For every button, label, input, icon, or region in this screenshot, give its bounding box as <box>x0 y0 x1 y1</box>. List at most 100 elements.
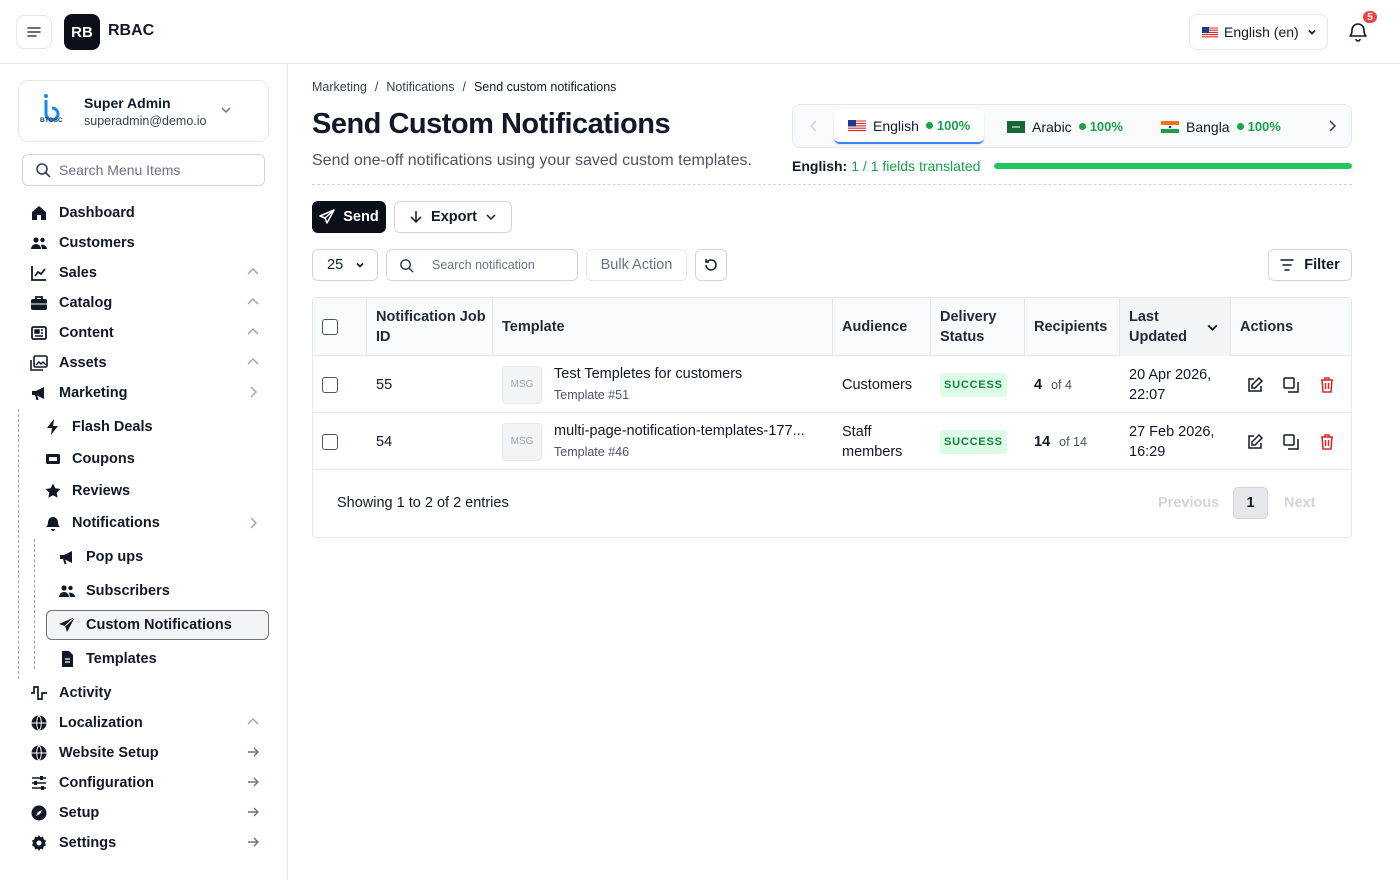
breadcrumb-marketing[interactable]: Marketing <box>312 80 367 94</box>
divider <box>312 184 1352 185</box>
header-job-id[interactable]: Notification Job ID <box>367 298 493 356</box>
table-row[interactable]: 54 MSG multi-page-notification-templates… <box>313 413 1351 470</box>
recipients-count: 14 <box>1034 433 1051 450</box>
sidebar-item-label: Activity <box>59 685 112 701</box>
menu-toggle-button[interactable] <box>16 15 52 49</box>
chevron-right-icon[interactable] <box>1325 119 1339 133</box>
duplicate-icon[interactable] <box>1281 375 1301 395</box>
filter-icon <box>1280 259 1295 271</box>
duplicate-icon[interactable] <box>1281 432 1301 452</box>
sidebar-item-activity[interactable]: Activity <box>30 681 260 705</box>
notification-count-badge: 5 <box>1361 9 1379 25</box>
export-button[interactable]: Export <box>394 201 512 233</box>
recipients-cell: 4 of 4 <box>1025 356 1120 413</box>
table-search-input[interactable]: Search notification <box>386 249 578 281</box>
tab-bangla[interactable]: Bangla 100% <box>1147 109 1295 144</box>
lightning-icon <box>44 418 62 436</box>
sidebar-item-sales[interactable]: Sales <box>30 261 260 285</box>
row-checkbox[interactable] <box>322 376 338 393</box>
breadcrumb-current: Send custom notifications <box>473 80 617 94</box>
chevron-left-icon[interactable] <box>807 119 821 133</box>
status-dot-icon <box>1078 123 1086 130</box>
breadcrumb-notifications[interactable]: Notifications <box>386 80 454 94</box>
pagination-next[interactable]: Next <box>1284 495 1315 511</box>
briefcase-icon <box>30 294 48 312</box>
header-audience[interactable]: Audience <box>833 298 931 356</box>
send-button-label: Send <box>343 209 379 225</box>
sidebar-item-reviews[interactable]: Reviews <box>44 479 130 503</box>
us-flag-icon <box>848 119 866 132</box>
sidebar-item-website-setup[interactable]: Website Setup <box>30 741 260 765</box>
template-id: Template #46 <box>554 445 630 459</box>
sidebar-item-customers[interactable]: Customers <box>30 231 260 255</box>
header-recipients[interactable]: Recipients <box>1025 298 1120 356</box>
sidebar-item-content[interactable]: Content <box>30 321 260 345</box>
filter-button[interactable]: Filter <box>1268 249 1352 281</box>
home-icon <box>30 204 48 222</box>
sidebar-item-templates[interactable]: Templates <box>58 647 157 671</box>
notifications-table: Notification Job ID Template Audience De… <box>312 297 1352 538</box>
header-actions: Actions <box>1240 319 1294 335</box>
sidebar-item-configuration[interactable]: Configuration <box>30 771 260 795</box>
edit-icon[interactable] <box>1245 375 1265 395</box>
recipients-total: of 4 <box>1051 377 1072 392</box>
sidebar-item-localization[interactable]: Localization <box>30 711 260 735</box>
sidebar-item-flash-deals[interactable]: Flash Deals <box>44 415 153 439</box>
sidebar-item-coupons[interactable]: Coupons <box>44 447 135 471</box>
header-last-updated[interactable]: Last Updated <box>1120 298 1231 356</box>
sidebar-item-label: Content <box>59 325 114 341</box>
bulk-action-button[interactable]: Bulk Action <box>586 249 687 281</box>
translation-status-value: 1 / 1 fields translated <box>851 158 981 174</box>
sidebar-item-label: Localization <box>59 715 143 731</box>
tab-english[interactable]: English 100% <box>834 109 985 144</box>
menu-search-input[interactable]: Search Menu Items <box>22 154 265 186</box>
template-name[interactable]: multi-page-notification-templates-177... <box>554 421 805 441</box>
pagination-page-1[interactable]: 1 <box>1233 487 1268 519</box>
file-icon <box>58 650 76 668</box>
app-brand: RBAC <box>108 22 155 39</box>
header-template[interactable]: Template <box>493 298 833 356</box>
app-logo[interactable]: RB <box>64 14 100 50</box>
trash-icon[interactable] <box>1317 375 1337 395</box>
tab-percentage: 100% <box>925 118 970 133</box>
pagination-previous[interactable]: Previous <box>1158 495 1219 511</box>
select-all-checkbox[interactable] <box>322 319 338 335</box>
header-delivery-status[interactable]: Delivery Status <box>931 298 1025 356</box>
sidebar-item-label: Dashboard <box>59 205 135 221</box>
per-page-select[interactable]: 25 <box>312 249 378 281</box>
sidebar-item-custom-notifications[interactable]: Custom Notifications <box>58 613 232 637</box>
company-logo-text: BTOSC <box>40 117 63 124</box>
chevron-up-icon <box>247 328 259 335</box>
edit-icon[interactable] <box>1245 432 1265 452</box>
sidebar-item-assets[interactable]: Assets <box>30 351 260 375</box>
sidebar-item-settings[interactable]: Settings <box>30 831 260 855</box>
job-id-cell: 54 <box>376 433 393 450</box>
user-switcher[interactable]: BTOSC Super Admin superadmin@demo.io <box>18 80 269 142</box>
sidebar-item-notifications[interactable]: Notifications <box>44 511 260 535</box>
trash-icon[interactable] <box>1317 432 1337 452</box>
export-button-label: Export <box>431 209 477 225</box>
header-select-cell <box>313 298 367 356</box>
row-checkbox[interactable] <box>322 433 338 450</box>
breadcrumb: Marketing / Notifications / Send custom … <box>312 80 616 94</box>
sidebar-item-pop-ups[interactable]: Pop ups <box>58 545 143 569</box>
sidebar-item-setup[interactable]: Setup <box>30 801 260 825</box>
sidebar-item-subscribers[interactable]: Subscribers <box>58 579 170 603</box>
send-button[interactable]: Send <box>312 201 386 233</box>
sidebar-item-catalog[interactable]: Catalog <box>30 291 260 315</box>
search-icon <box>36 163 51 178</box>
language-select[interactable]: English (en) <box>1189 14 1328 50</box>
template-name[interactable]: Test Templetes for customers <box>554 364 742 384</box>
refresh-button[interactable] <box>695 249 727 281</box>
chevron-down-icon <box>356 262 364 268</box>
megaphone-icon <box>58 548 76 566</box>
paper-plane-icon <box>319 209 336 224</box>
sidebar: BTOSC Super Admin superadmin@demo.io Sea… <box>0 64 288 880</box>
sidebar-item-dashboard[interactable]: Dashboard <box>30 201 260 225</box>
tab-arabic[interactable]: Arabic 100% <box>993 109 1137 144</box>
audience-cell: Customers <box>842 376 913 393</box>
sidebar-item-marketing[interactable]: Marketing <box>30 381 260 405</box>
table-row[interactable]: 55 MSG Test Templetes for customers Temp… <box>313 356 1351 413</box>
bell-icon <box>44 514 62 532</box>
arrow-down-icon <box>410 211 422 224</box>
